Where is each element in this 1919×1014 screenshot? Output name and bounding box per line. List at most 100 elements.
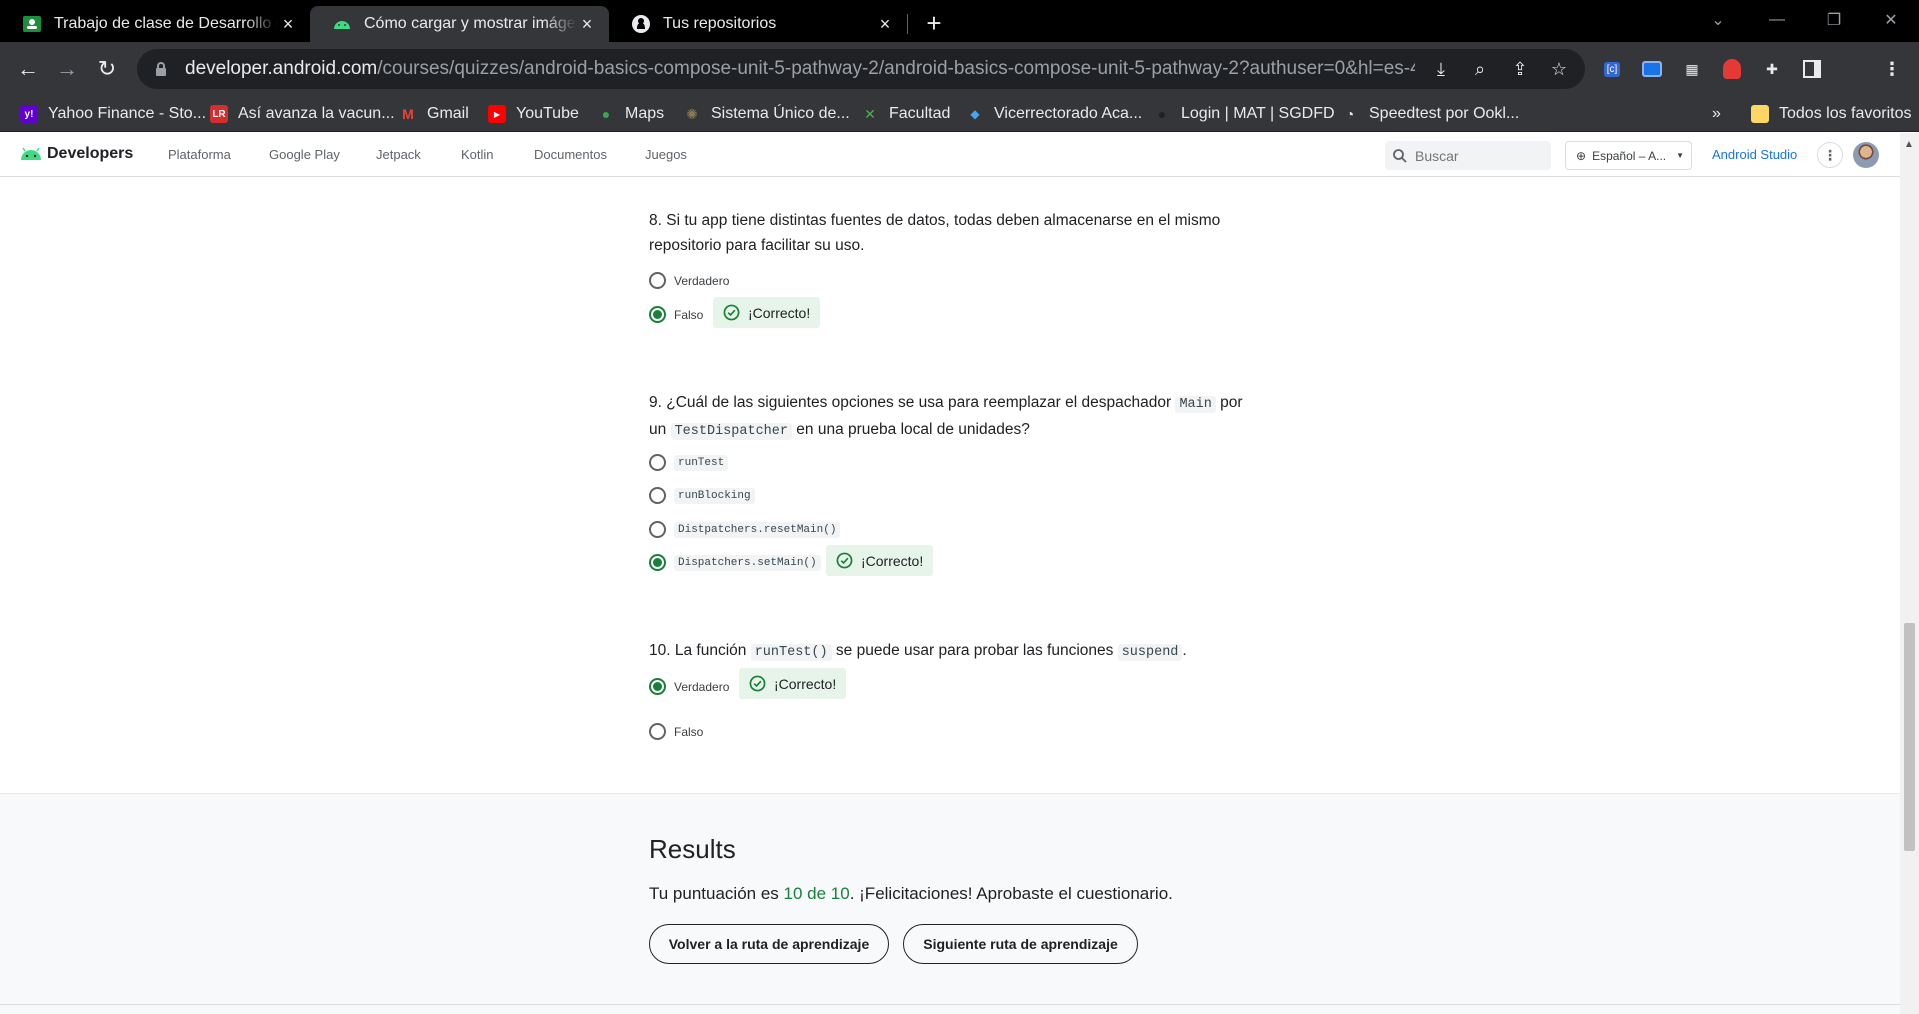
- new-tab-button[interactable]: +: [920, 10, 948, 38]
- page-scrollbar[interactable]: ▲: [1900, 133, 1919, 1014]
- address-bar[interactable]: developer.android.com/courses/quizzes/an…: [137, 49, 1585, 89]
- url-text: developer.android.com/courses/quizzes/an…: [185, 58, 1415, 79]
- check-circle-icon: [836, 552, 853, 569]
- all-bookmarks-folder[interactable]: Todos los favoritos: [1751, 102, 1912, 126]
- q9-option-runblocking[interactable]: runBlocking: [649, 487, 755, 504]
- radio-unchecked[interactable]: [649, 521, 666, 538]
- q10-option-falso[interactable]: Falso: [649, 723, 703, 740]
- q9-option-resetmain[interactable]: Distpatchers.resetMain(): [649, 521, 841, 538]
- browser-toolbar: ← → ↻ developer.android.com/courses/quiz…: [0, 42, 1919, 124]
- forward-icon[interactable]: →: [53, 55, 81, 83]
- q8-option-verdadero[interactable]: Verdadero: [649, 272, 729, 289]
- tab-classroom[interactable]: Trabajo de clase de Desarrollo de ×: [0, 6, 310, 42]
- tab-android[interactable]: Cómo cargar y mostrar imágenes ×: [310, 6, 609, 42]
- vicerrectorado-icon: ◆: [970, 107, 980, 121]
- bookmarks-overflow-icon[interactable]: »: [1712, 102, 1721, 126]
- tab-title: Cómo cargar y mostrar imágenes: [364, 15, 577, 32]
- android-logo-icon: [21, 147, 41, 160]
- question-10-text: 10. La función runTest() se puede usar p…: [649, 642, 1187, 661]
- restore-icon[interactable]: ❐: [1806, 0, 1862, 40]
- check-circle-icon: [723, 304, 740, 321]
- radio-checked[interactable]: [649, 678, 666, 695]
- screencast-icon[interactable]: [1640, 57, 1664, 81]
- search-icon: [1393, 148, 1407, 163]
- q9-option-setmain[interactable]: Dispatchers.setMain(): [649, 554, 821, 571]
- tab-strip: Trabajo de clase de Desarrollo de × Cómo…: [0, 0, 1919, 42]
- nav-plataforma[interactable]: Plataforma: [168, 147, 231, 162]
- zoom-icon[interactable]: ⌕: [1470, 59, 1490, 79]
- puzzle-extensions-icon[interactable]: ✚: [1760, 57, 1784, 81]
- scrollbar-thumb[interactable]: [1904, 623, 1915, 851]
- more-options-icon[interactable]: ⋮: [1817, 142, 1843, 168]
- site-header: Developers Plataforma Google Play Jetpac…: [0, 133, 1919, 177]
- q8-correct-badge: ¡Correcto!: [713, 297, 821, 328]
- back-to-pathway-button[interactable]: Volver a la ruta de aprendizaje: [649, 924, 889, 964]
- bookmark-login-mat[interactable]: ● Login | MAT | SGDFD: [1153, 102, 1335, 126]
- nav-kotlin[interactable]: Kotlin: [461, 147, 494, 162]
- extension-bracket-icon[interactable]: [c]: [1600, 57, 1624, 81]
- nav-google-play[interactable]: Google Play: [269, 147, 340, 162]
- next-pathway-button[interactable]: Siguiente ruta de aprendizaje: [903, 924, 1138, 964]
- developers-logo[interactable]: Developers: [20, 145, 133, 163]
- android-studio-link[interactable]: Android Studio: [1712, 147, 1797, 162]
- back-icon[interactable]: ←: [14, 55, 42, 83]
- radio-checked[interactable]: [649, 306, 666, 323]
- bookmark-lr[interactable]: LR Así avanza la vacun...: [210, 102, 395, 126]
- bookmark-gmail[interactable]: M Gmail: [399, 102, 469, 126]
- nav-juegos[interactable]: Juegos: [645, 147, 687, 162]
- bookmark-vicerrectorado[interactable]: ◆ Vicerrectorado Aca...: [966, 102, 1142, 126]
- dropdown-arrow-icon: ▼: [1676, 151, 1685, 160]
- nav-documentos[interactable]: Documentos: [534, 147, 607, 162]
- search-input[interactable]: [1415, 147, 1545, 164]
- q8-option-falso[interactable]: Falso: [649, 306, 703, 323]
- bookmark-facultad[interactable]: ✕ Facultad: [861, 102, 950, 126]
- tab-title: Tus repositorios: [663, 15, 777, 32]
- seal-icon: ✺: [686, 105, 698, 122]
- score-value: 10 de 10: [783, 884, 850, 903]
- close-tab-icon[interactable]: ×: [577, 14, 597, 34]
- extension-grid-icon[interactable]: ▦: [1680, 57, 1704, 81]
- share-icon[interactable]: ⇪: [1510, 59, 1530, 79]
- quiz-content: 8. Si tu app tiene distintas fuentes de …: [0, 178, 1900, 1014]
- bookmark-yahoo-finance[interactable]: y! Yahoo Finance - Sto...: [20, 102, 206, 126]
- radio-unchecked[interactable]: [649, 272, 666, 289]
- question-9-text: 9. ¿Cuál de las siguientes opciones se u…: [649, 394, 1243, 440]
- q10-correct-badge: ¡Correcto!: [739, 668, 847, 699]
- scroll-up-icon[interactable]: ▲: [1904, 139, 1914, 150]
- question-8-text: 8. Si tu app tiene distintas fuentes de …: [649, 212, 1221, 254]
- close-window-icon[interactable]: ✕: [1863, 0, 1919, 40]
- classroom-icon: [22, 14, 42, 34]
- lr-icon: LR: [210, 105, 228, 123]
- adblock-icon[interactable]: [1720, 57, 1744, 81]
- radio-checked[interactable]: [649, 554, 666, 571]
- side-panel-icon[interactable]: [1800, 57, 1824, 81]
- site-search[interactable]: [1385, 141, 1551, 170]
- q9-option-runtest[interactable]: runTest: [649, 454, 729, 471]
- maps-icon: ●: [601, 106, 611, 122]
- radio-unchecked[interactable]: [649, 487, 666, 504]
- youtube-icon: ▶: [488, 105, 506, 123]
- bookmark-speedtest[interactable]: ◔ Speedtest por Ookl...: [1341, 102, 1520, 126]
- nav-jetpack[interactable]: Jetpack: [376, 147, 421, 162]
- bookmark-maps[interactable]: ● Maps: [597, 102, 664, 126]
- minimize-icon[interactable]: —: [1749, 0, 1805, 40]
- speedtest-icon: ◔: [1345, 106, 1355, 122]
- q10-option-verdadero[interactable]: Verdadero: [649, 678, 729, 695]
- github-icon: [631, 14, 651, 34]
- site-profile-avatar[interactable]: [1853, 142, 1879, 168]
- close-tab-icon[interactable]: ×: [875, 14, 895, 34]
- close-tab-icon[interactable]: ×: [278, 14, 298, 34]
- chrome-menu-icon[interactable]: ⋮: [1880, 57, 1904, 81]
- bookmarks-bar: y! Yahoo Finance - Sto... LR Así avanza la…: [0, 96, 1919, 132]
- radio-unchecked[interactable]: [649, 454, 666, 471]
- radio-unchecked[interactable]: [649, 723, 666, 740]
- results-section: Results Tu puntuación es 10 de 10. ¡Feli…: [0, 793, 1900, 1014]
- install-icon[interactable]: ⤓: [1431, 59, 1451, 79]
- reload-icon[interactable]: ↻: [93, 55, 121, 83]
- bookmark-youtube[interactable]: ▶ YouTube: [488, 102, 579, 126]
- language-select[interactable]: ⊕ Español – A... ▼: [1565, 141, 1692, 170]
- tab-github[interactable]: Tus repositorios ×: [609, 6, 907, 42]
- tab-search-icon[interactable]: ⌄: [1690, 0, 1746, 40]
- bookmark-star-icon[interactable]: ☆: [1549, 59, 1569, 79]
- bookmark-sistema-unico[interactable]: ✺ Sistema Único de...: [683, 102, 850, 126]
